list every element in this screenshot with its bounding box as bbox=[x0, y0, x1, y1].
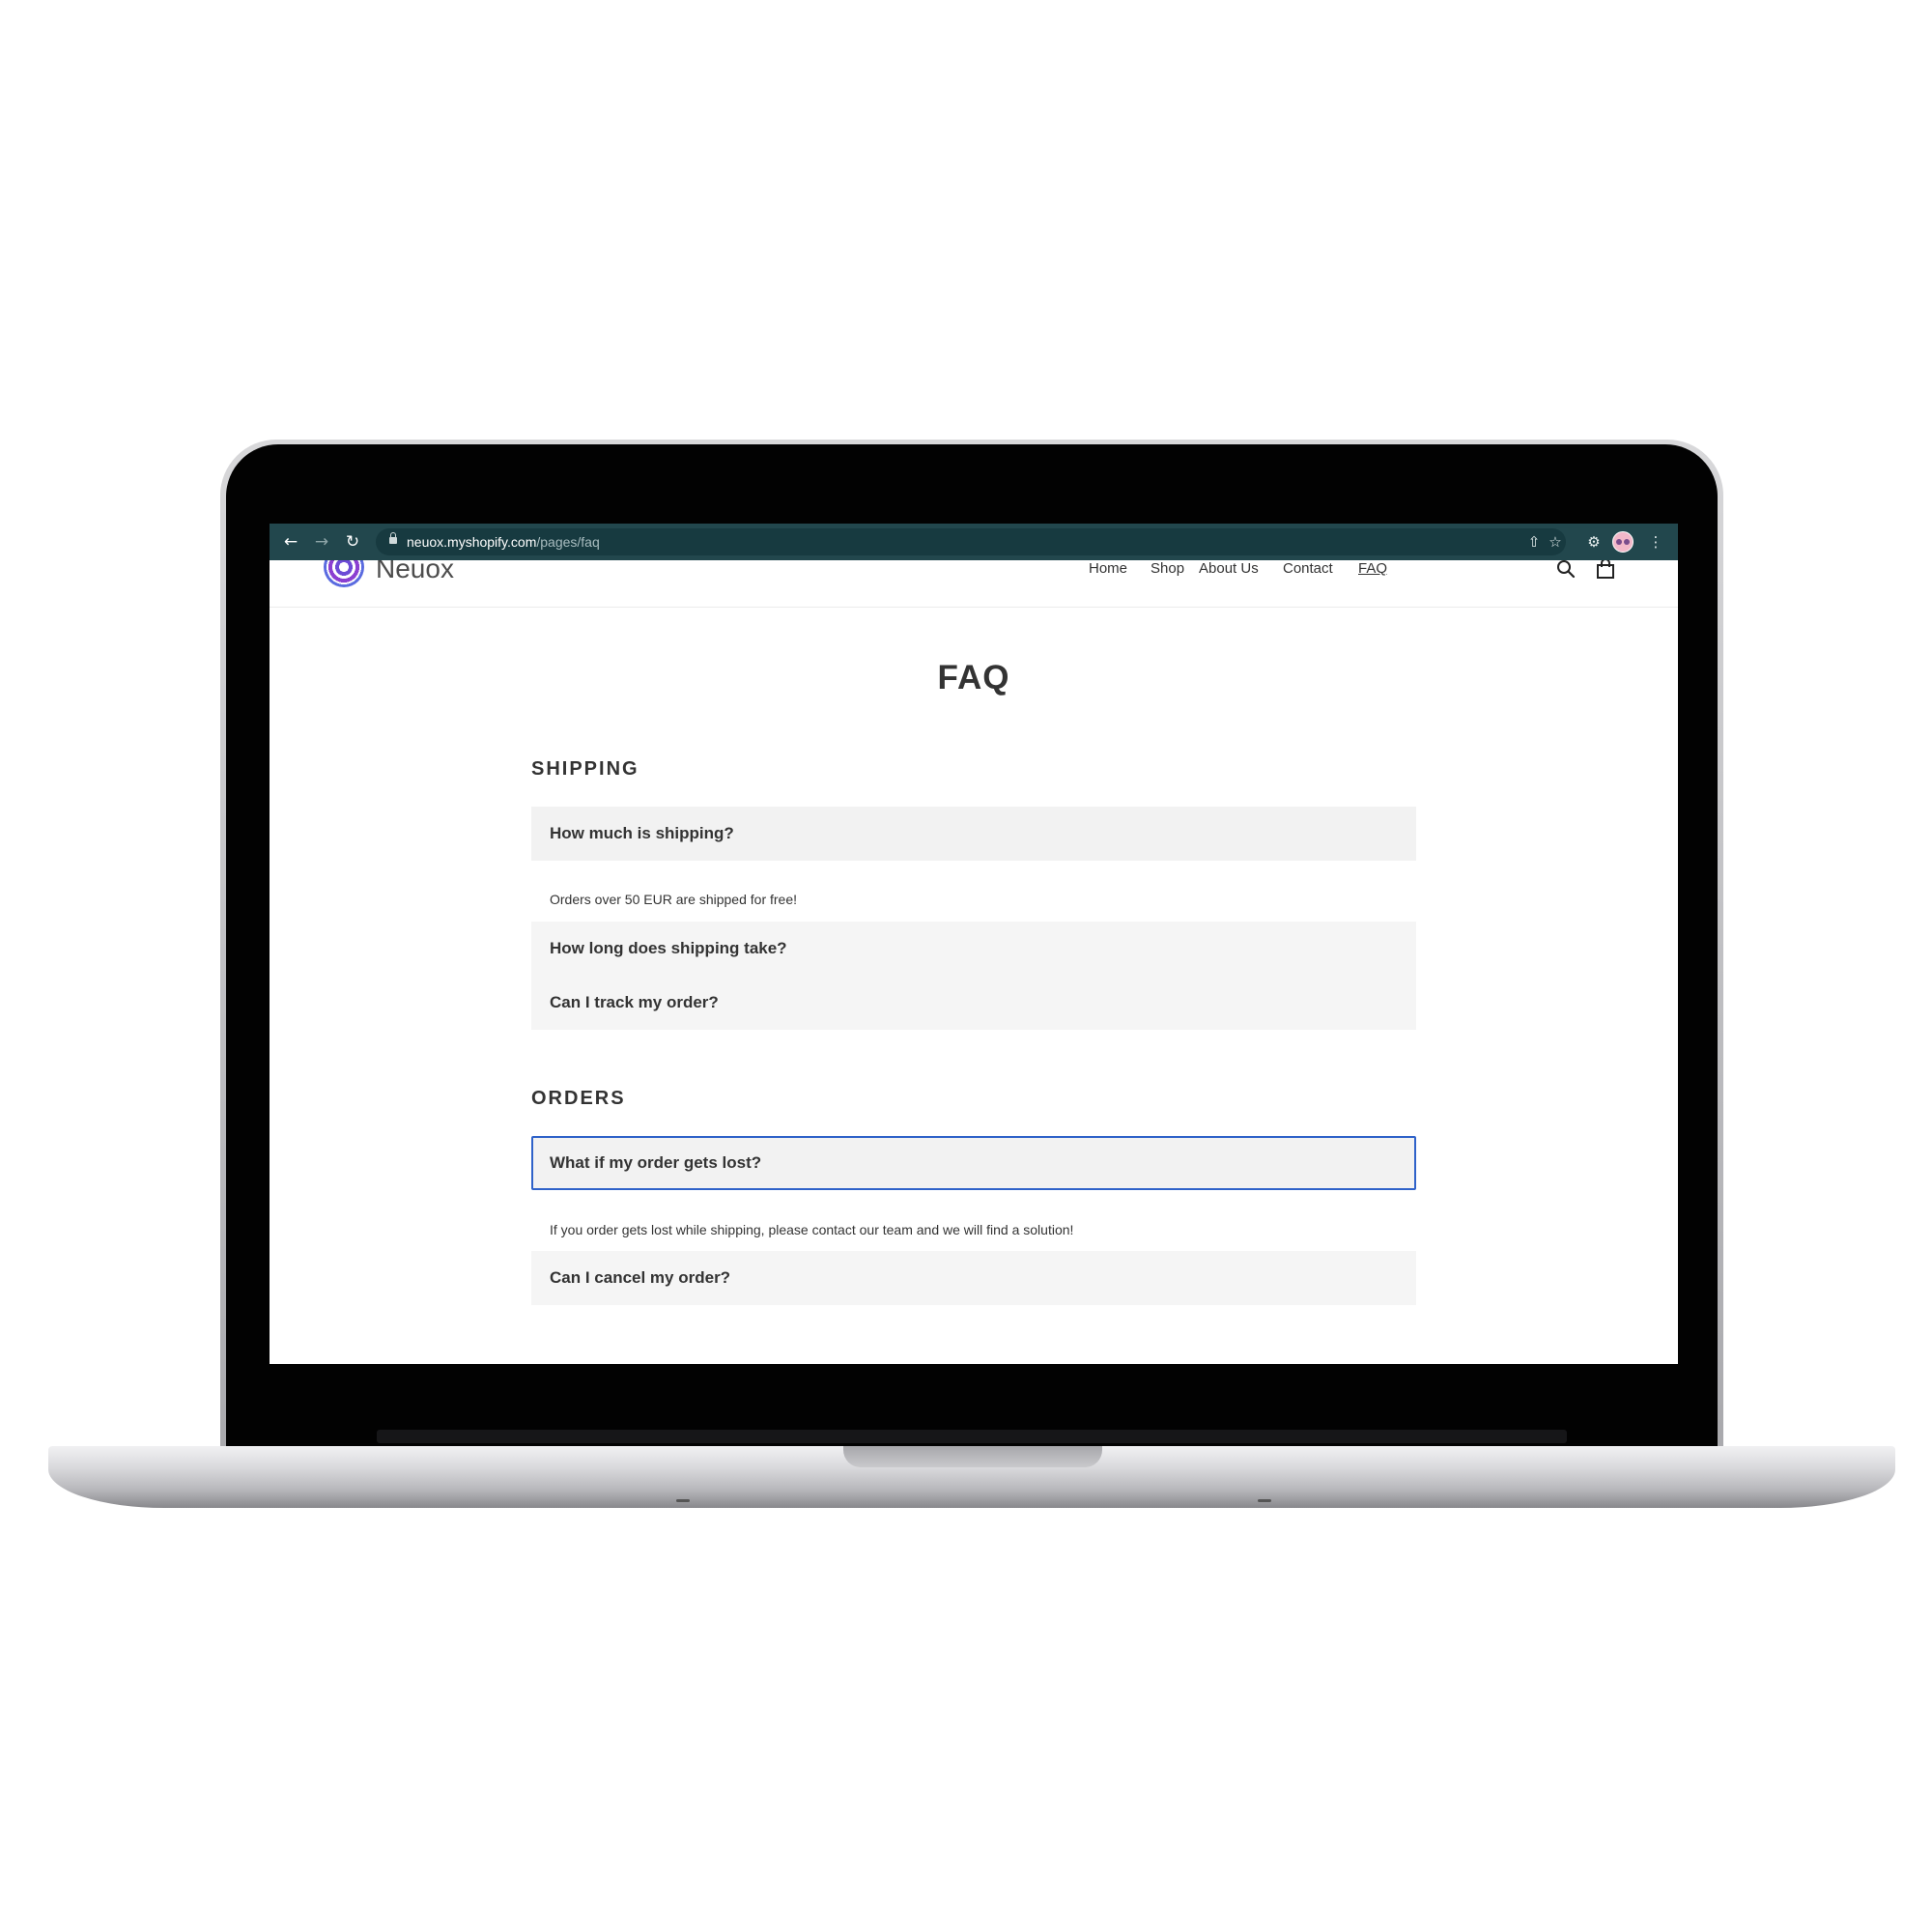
address-bar[interactable]: neuox.myshopify.com/pages/faq ⇧ ☆ bbox=[376, 528, 1566, 555]
url-host: neuox.myshopify.com bbox=[407, 534, 537, 550]
site-header: Neuox Home Shop About Us Contact FAQ bbox=[270, 560, 1678, 608]
url-text[interactable]: neuox.myshopify.com/pages/faq bbox=[407, 534, 600, 550]
nav-home[interactable]: Home bbox=[1089, 560, 1127, 578]
laptop-screen: ← → ↻ neuox.myshopify.com/pages/faq ⇧ ☆ … bbox=[270, 524, 1678, 1364]
section-heading-orders: ORDERS bbox=[531, 1088, 626, 1109]
nav-contact[interactable]: Contact bbox=[1283, 560, 1333, 578]
extensions-icon[interactable]: ⚙ bbox=[1583, 531, 1605, 553]
search-icon[interactable] bbox=[1555, 560, 1577, 580]
share-icon[interactable]: ⇧ bbox=[1523, 531, 1545, 553]
faq-answer-shipping-cost: Orders over 50 EUR are shipped for free! bbox=[550, 892, 798, 907]
nav-faq[interactable]: FAQ bbox=[1358, 560, 1387, 578]
logo-text[interactable]: Neuox bbox=[376, 560, 454, 585]
faq-question-shipping-time[interactable]: How long does shipping take? bbox=[531, 922, 1416, 976]
faq-question-track-order[interactable]: Can I track my order? bbox=[531, 976, 1416, 1030]
logo-spiral-icon[interactable] bbox=[324, 560, 364, 587]
bookmark-star-icon[interactable]: ☆ bbox=[1545, 531, 1566, 553]
faq-answer-lost-order: If you order gets lost while shipping, p… bbox=[550, 1222, 1074, 1237]
nav-about-us[interactable]: About Us bbox=[1199, 560, 1259, 578]
laptop-hinge bbox=[377, 1430, 1567, 1443]
laptop-foot-left bbox=[676, 1499, 690, 1502]
cart-bag-icon[interactable] bbox=[1595, 560, 1616, 580]
laptop-notch bbox=[843, 1446, 1102, 1467]
reload-icon[interactable]: ↻ bbox=[343, 532, 362, 552]
section-heading-shipping: SHIPPING bbox=[531, 758, 639, 780]
faq-question-lost-order[interactable]: What if my order gets lost? bbox=[531, 1136, 1416, 1190]
forward-arrow-icon[interactable]: → bbox=[312, 532, 331, 552]
laptop-foot-right bbox=[1258, 1499, 1271, 1502]
lock-icon bbox=[389, 532, 397, 544]
nav-shop[interactable]: Shop bbox=[1151, 560, 1184, 578]
menu-kebab-icon[interactable]: ⋮ bbox=[1645, 531, 1666, 553]
page-title: FAQ bbox=[937, 659, 1010, 696]
profile-avatar[interactable] bbox=[1612, 531, 1634, 553]
browser-toolbar: ← → ↻ neuox.myshopify.com/pages/faq ⇧ ☆ … bbox=[270, 524, 1678, 560]
back-arrow-icon[interactable]: ← bbox=[281, 532, 300, 552]
url-path: /pages/faq bbox=[536, 534, 600, 550]
faq-question-cancel-order[interactable]: Can I cancel my order? bbox=[531, 1251, 1416, 1305]
faq-question-shipping-cost[interactable]: How much is shipping? bbox=[531, 807, 1416, 861]
